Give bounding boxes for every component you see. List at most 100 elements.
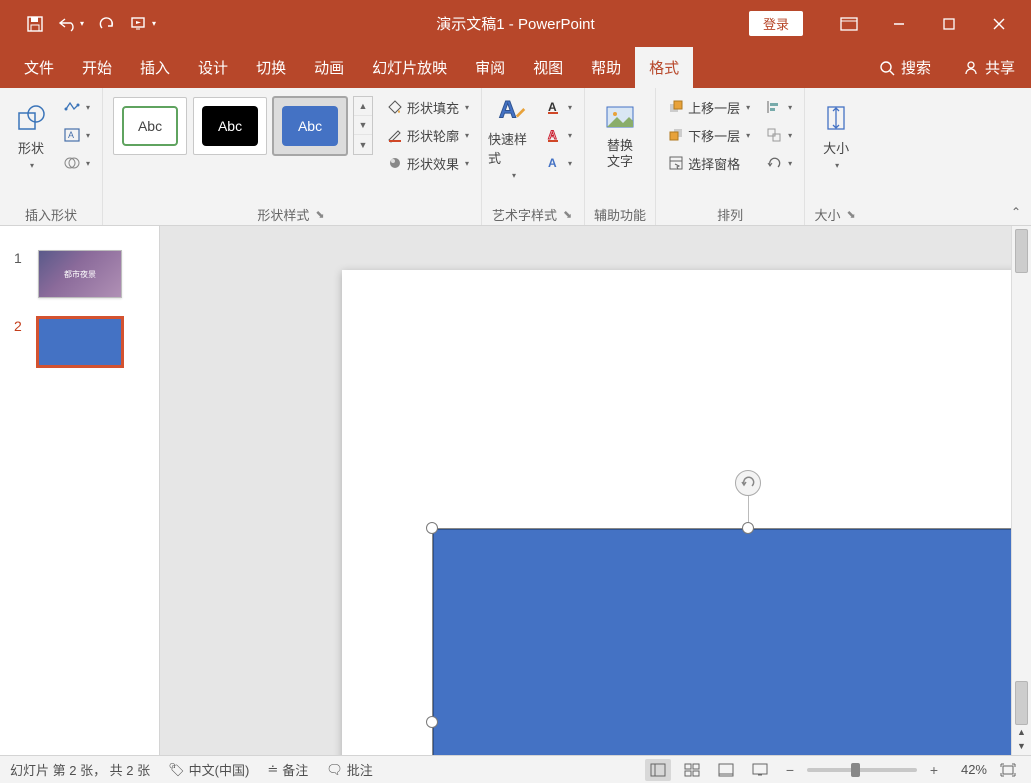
style-preset-3[interactable]: Abc — [273, 97, 347, 155]
gallery-down-button[interactable]: ▼ — [354, 116, 372, 135]
text-outline-icon: A — [546, 127, 562, 143]
tab-help[interactable]: 帮助 — [577, 47, 635, 88]
shape-fill-button[interactable]: 形状填充▾ — [381, 94, 475, 120]
close-button[interactable] — [975, 9, 1023, 39]
save-button[interactable] — [18, 9, 52, 39]
slide-2-preview — [38, 318, 122, 366]
size-launcher[interactable]: ⬊ — [845, 208, 858, 221]
merge-icon — [64, 155, 80, 171]
resize-handle-l[interactable] — [426, 716, 438, 728]
slideshow-view-button[interactable] — [747, 759, 773, 781]
document-title: 演示文稿1 - PowerPoint — [436, 13, 594, 34]
wordart-launcher[interactable]: ⬊ — [561, 208, 574, 221]
comments-button[interactable]: 🗨批注 — [326, 760, 373, 779]
shape-effects-button[interactable]: 形状效果▾ — [381, 150, 475, 176]
shape-styles-launcher[interactable]: ⬊ — [313, 208, 326, 221]
group-icon — [766, 127, 782, 143]
edit-shape-button[interactable]: ▾ — [58, 94, 96, 120]
group-label: 排列 — [662, 203, 798, 225]
slide-thumbnails-pane[interactable]: 1 2 — [0, 226, 160, 755]
edit-shape-icon — [64, 99, 80, 115]
group-label: 形状样式 — [257, 205, 309, 224]
tab-view[interactable]: 视图 — [519, 47, 577, 88]
tab-review[interactable]: 审阅 — [461, 47, 519, 88]
zoom-out-button[interactable]: − — [781, 761, 799, 779]
tab-animations[interactable]: 动画 — [300, 47, 358, 88]
tab-insert[interactable]: 插入 — [126, 47, 184, 88]
reading-view-button[interactable] — [713, 759, 739, 781]
text-effects-button[interactable]: A▾ — [540, 150, 578, 176]
bring-forward-button[interactable]: 上移一层▾ — [662, 94, 756, 120]
redo-button[interactable] — [90, 9, 124, 39]
outline-icon — [387, 127, 403, 143]
shapes-icon — [15, 102, 47, 134]
rotation-handle[interactable] — [735, 470, 761, 496]
style-gallery: Abc Abc Abc ▲ ▼ ▼ — [109, 92, 377, 159]
undo-button[interactable]: ▾ — [54, 9, 88, 39]
minimize-button[interactable] — [875, 9, 923, 39]
next-slide-button[interactable]: ▼ — [1012, 737, 1031, 755]
selection-pane-button[interactable]: 选择窗格 — [662, 150, 756, 176]
bring-forward-icon — [668, 99, 684, 115]
thumbnail-1[interactable]: 1 — [0, 244, 159, 312]
start-from-beginning-button[interactable]: ▾ — [126, 9, 160, 39]
doc-name: 演示文稿1 — [436, 16, 504, 33]
quick-access-toolbar: ▾ ▾ — [0, 9, 160, 39]
merge-shapes-button[interactable]: ▾ — [58, 150, 96, 176]
tab-design[interactable]: 设计 — [184, 47, 242, 88]
svg-text:A: A — [548, 100, 557, 114]
language-indicator[interactable]: 🏷中文(中国) — [168, 760, 249, 779]
alt-text-button[interactable]: 替换 文字 — [591, 92, 649, 180]
login-button[interactable]: 登录 — [749, 11, 803, 36]
ribbon-display-options-button[interactable] — [825, 9, 873, 39]
tab-transitions[interactable]: 切换 — [242, 47, 300, 88]
normal-view-button[interactable] — [645, 759, 671, 781]
zoom-slider[interactable] — [807, 768, 917, 772]
shapes-button[interactable]: 形状▾ — [6, 92, 56, 180]
resize-handle-t[interactable] — [742, 522, 754, 534]
text-effects-icon: A — [546, 155, 562, 171]
selected-rectangle-shape[interactable] — [432, 528, 1031, 755]
group-button[interactable]: ▾ — [760, 122, 798, 148]
tab-slideshow[interactable]: 幻灯片放映 — [358, 47, 461, 88]
zoom-level[interactable]: 42% — [951, 762, 987, 777]
maximize-button[interactable] — [925, 9, 973, 39]
gallery-more-button[interactable]: ▼ — [354, 135, 372, 154]
thumbnail-2[interactable]: 2 — [0, 312, 159, 380]
share-button[interactable]: 共享 — [947, 47, 1031, 88]
scrollbar-thumb-bottom[interactable] — [1015, 681, 1028, 725]
group-size: 大小▾ 大小⬊ — [805, 88, 867, 225]
ribbon-tabs: 文件 开始 插入 设计 切换 动画 幻灯片放映 审阅 视图 帮助 格式 搜索 共… — [0, 47, 1031, 88]
tab-file[interactable]: 文件 — [10, 47, 68, 88]
resize-handle-tl[interactable] — [426, 522, 438, 534]
size-icon — [820, 102, 852, 134]
zoom-in-button[interactable]: + — [925, 761, 943, 779]
vertical-scrollbar[interactable]: ▲ ▼ — [1011, 226, 1031, 755]
text-outline-button[interactable]: A▾ — [540, 122, 578, 148]
text-box-button[interactable]: A▾ — [58, 122, 96, 148]
notes-button[interactable]: ≐备注 — [267, 760, 308, 779]
app-name: PowerPoint — [518, 16, 595, 33]
title-bar: ▾ ▾ 演示文稿1 - PowerPoint 登录 — [0, 0, 1031, 47]
search-button[interactable]: 搜索 — [863, 47, 947, 88]
selection-pane-icon — [668, 155, 684, 171]
slide-canvas-area[interactable]: ▲ ▼ — [160, 226, 1031, 755]
align-button[interactable]: ▾ — [760, 94, 798, 120]
rotate-button[interactable]: ▾ — [760, 150, 798, 176]
style-preset-1[interactable]: Abc — [113, 97, 187, 155]
send-backward-button[interactable]: 下移一层▾ — [662, 122, 756, 148]
fit-to-window-button[interactable] — [995, 759, 1021, 781]
collapse-ribbon-button[interactable]: ⌃ — [1007, 203, 1025, 221]
style-preset-2[interactable]: Abc — [193, 97, 267, 155]
shape-outline-button[interactable]: 形状轮廓▾ — [381, 122, 475, 148]
gallery-up-button[interactable]: ▲ — [354, 97, 372, 116]
quick-styles-button[interactable]: A 快速样式▾ — [488, 92, 538, 180]
scrollbar-thumb-top[interactable] — [1015, 229, 1028, 273]
size-button[interactable]: 大小▾ — [811, 92, 861, 180]
slide-indicator[interactable]: 幻灯片 第 2 张， 共 2 张 — [10, 760, 150, 779]
text-fill-button[interactable]: A▾ — [540, 94, 578, 120]
slide-sorter-view-button[interactable] — [679, 759, 705, 781]
tab-format[interactable]: 格式 — [635, 47, 693, 88]
zoom-slider-handle[interactable] — [851, 763, 860, 777]
tab-home[interactable]: 开始 — [68, 47, 126, 88]
